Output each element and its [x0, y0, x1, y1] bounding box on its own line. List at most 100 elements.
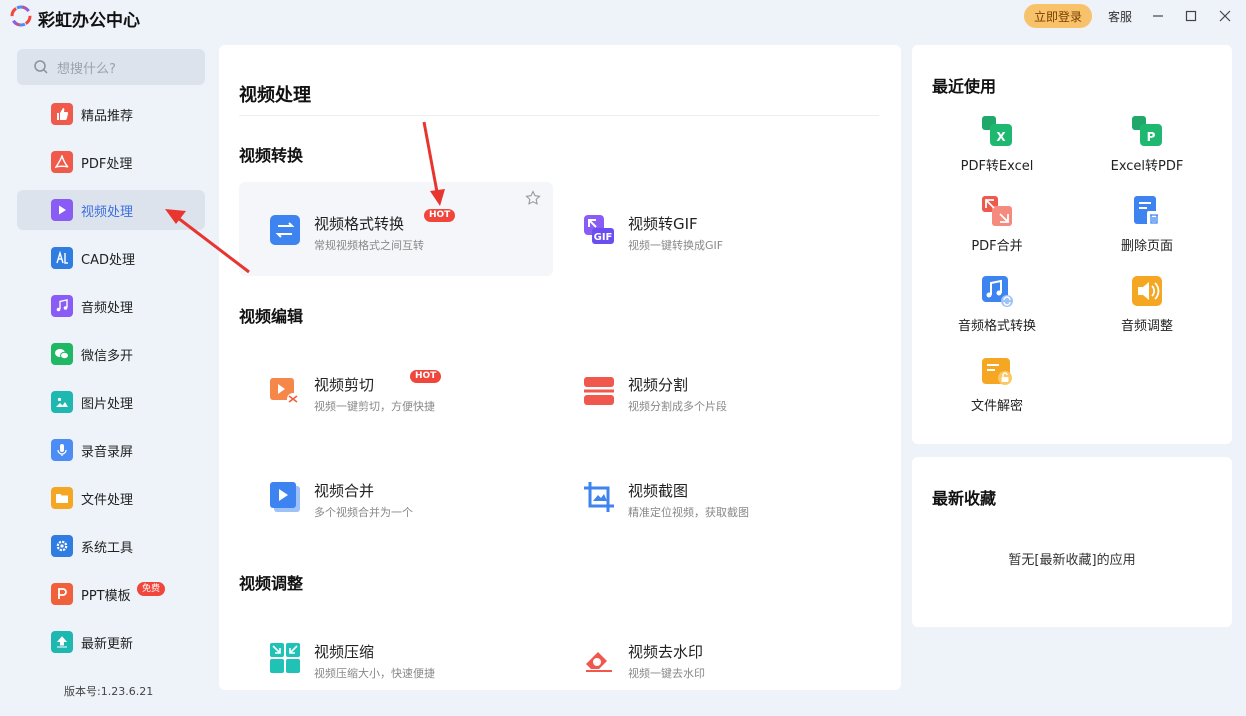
sidebar-item-ppt[interactable]: PPT模板 免费	[17, 574, 205, 614]
recent-item-delete-page[interactable]: 删除页面	[1087, 195, 1207, 255]
section-title-edit: 视频编辑	[239, 307, 304, 326]
sidebar-item-label: 音频处理	[81, 300, 134, 316]
maximize-icon[interactable]	[1181, 6, 1201, 26]
svg-text:P: P	[1147, 130, 1156, 144]
sidebar-item-label: PPT模板	[81, 588, 131, 604]
recent-panel: 最近使用 X PDF转Excel P Excel转PDF PDF合并 删除页面 …	[912, 45, 1232, 444]
image-icon	[51, 391, 73, 413]
recent-item-label: 音频调整	[1120, 319, 1173, 334]
sidebar-item-file[interactable]: 文件处理	[17, 478, 205, 518]
recent-item-file-decrypt[interactable]: 文件解密	[937, 355, 1057, 415]
split-icon	[584, 377, 614, 405]
free-badge: 免费	[137, 582, 166, 596]
favorites-panel: 最新收藏 暂无[最新收藏]的应用	[912, 457, 1232, 627]
section-title-convert: 视频转换	[239, 146, 304, 165]
pdf-merge-icon	[982, 196, 1012, 226]
eraser-icon	[586, 652, 612, 672]
sidebar-item-image[interactable]: 图片处理	[17, 382, 205, 422]
card-desc: 多个视频合并为一个	[314, 506, 413, 519]
card-desc: 视频分割成多个片段	[628, 400, 727, 413]
sidebar-item-label: 最新更新	[81, 636, 134, 652]
excel-to-pdf-icon: P	[1132, 116, 1162, 146]
card-title: 视频压缩	[314, 643, 375, 661]
tool-card-video-cut[interactable]: 视频剪切 HOT 视频一键剪切，方便快捷	[239, 343, 553, 437]
sidebar-item-label: CAD处理	[81, 252, 135, 268]
delete-page-icon	[1134, 196, 1161, 225]
recent-item-audio-convert[interactable]: 音频格式转换	[937, 275, 1057, 335]
sidebar-item-recommended[interactable]: 精品推荐	[17, 94, 205, 134]
card-title: 视频合并	[314, 482, 375, 500]
sidebar-item-label: 文件处理	[81, 492, 134, 508]
tool-card-remove-watermark[interactable]: 视频去水印 视频一键去水印	[553, 610, 867, 690]
tool-card-video-merge[interactable]: 视频合并 多个视频合并为一个	[239, 449, 553, 543]
card-desc: 视频一键去水印	[628, 667, 705, 680]
folder-icon	[51, 487, 73, 509]
version-text: 版本号:1.23.6.21	[64, 685, 154, 698]
card-desc: 视频压缩大小，快速便捷	[314, 667, 435, 680]
tool-card-video-to-gif[interactable]: GIF 视频转GIF 视频一键转换成GIF	[553, 182, 867, 276]
recent-item-pdf-to-excel[interactable]: X PDF转Excel	[937, 115, 1057, 175]
audio-convert-icon	[982, 276, 1013, 307]
card-title: 视频去水印	[628, 643, 704, 661]
card-desc: 精准定位视频，获取截图	[628, 506, 749, 519]
svg-text:GIF: GIF	[594, 232, 613, 243]
sidebar-item-label: 图片处理	[81, 396, 134, 412]
music-icon	[51, 295, 73, 317]
sidebar-item-audio[interactable]: 音频处理	[17, 286, 205, 326]
crop-icon	[584, 482, 614, 512]
card-title: 视频剪切	[314, 376, 375, 394]
convert-icon	[270, 215, 300, 245]
recent-item-pdf-merge[interactable]: PDF合并	[937, 195, 1057, 255]
customer-service-link[interactable]: 客服	[1108, 8, 1132, 25]
sidebar-item-pdf[interactable]: PDF处理	[17, 142, 205, 182]
audio-adjust-icon	[1132, 276, 1162, 306]
sidebar-item-record[interactable]: 录音录屏	[17, 430, 205, 470]
card-title: 视频格式转换	[314, 215, 405, 233]
main-panel: 视频处理 视频转换 视频格式转换 HOT 常规视频格式之间互转 GIF 视频转G…	[219, 45, 901, 690]
sidebar-item-system-tools[interactable]: 系统工具	[17, 526, 205, 566]
gear-icon	[51, 535, 73, 557]
tool-card-video-screenshot[interactable]: 视频截图 精准定位视频，获取截图	[553, 449, 867, 543]
sidebar-item-updates[interactable]: 最新更新	[17, 622, 205, 662]
recent-title: 最近使用	[932, 77, 997, 96]
search-box[interactable]: 想搜什么?	[17, 49, 205, 85]
sidebar-item-wechat[interactable]: 微信多开	[17, 334, 205, 374]
tool-card-video-split[interactable]: 视频分割 视频分割成多个片段	[553, 343, 867, 437]
recent-item-label: 音频格式转换	[957, 319, 1036, 334]
ppt-icon	[51, 583, 73, 605]
recent-item-label: 删除页面	[1120, 239, 1173, 254]
recent-item-audio-adjust[interactable]: 音频调整	[1087, 275, 1207, 335]
pdf-icon	[51, 151, 73, 173]
favorites-empty-text: 暂无[最新收藏]的应用	[1008, 553, 1136, 568]
recent-item-label: Excel转PDF	[1110, 159, 1184, 174]
app-logo-icon	[10, 5, 32, 27]
tool-card-video-compress[interactable]: 视频压缩 视频压缩大小，快速便捷	[239, 610, 553, 690]
card-title: 视频转GIF	[628, 215, 698, 233]
card-title: 视频截图	[628, 482, 689, 500]
card-title: 视频分割	[628, 376, 689, 394]
title-bar: 彩虹办公中心 立即登录 客服	[0, 0, 1246, 34]
pdf-to-excel-icon: X	[982, 116, 1012, 146]
sidebar-item-cad[interactable]: CAD处理	[17, 238, 205, 278]
tool-card-video-format-convert[interactable]: 视频格式转换 HOT 常规视频格式之间互转	[239, 182, 553, 276]
upload-icon	[51, 631, 73, 653]
sidebar-item-label: 录音录屏	[81, 444, 134, 460]
wechat-icon	[51, 343, 73, 365]
sidebar-item-label: 精品推荐	[81, 108, 134, 124]
app-title: 彩虹办公中心	[38, 11, 140, 31]
star-icon[interactable]	[525, 190, 541, 206]
sidebar-item-video[interactable]: 视频处理	[17, 190, 205, 230]
minimize-icon[interactable]	[1148, 6, 1168, 26]
search-placeholder: 想搜什么?	[57, 61, 116, 77]
play-icon	[51, 199, 73, 221]
close-icon[interactable]	[1215, 6, 1235, 26]
file-decrypt-icon	[982, 358, 1012, 385]
recent-item-label: PDF转Excel	[960, 159, 1034, 174]
section-title-adjust: 视频调整	[239, 574, 304, 593]
recent-item-excel-to-pdf[interactable]: P Excel转PDF	[1087, 115, 1207, 175]
sidebar-item-label: 视频处理	[81, 204, 134, 220]
hot-badge: HOT	[424, 209, 456, 222]
login-button[interactable]: 立即登录	[1024, 4, 1092, 28]
hot-badge: HOT	[410, 370, 442, 383]
svg-text:X: X	[996, 130, 1006, 144]
